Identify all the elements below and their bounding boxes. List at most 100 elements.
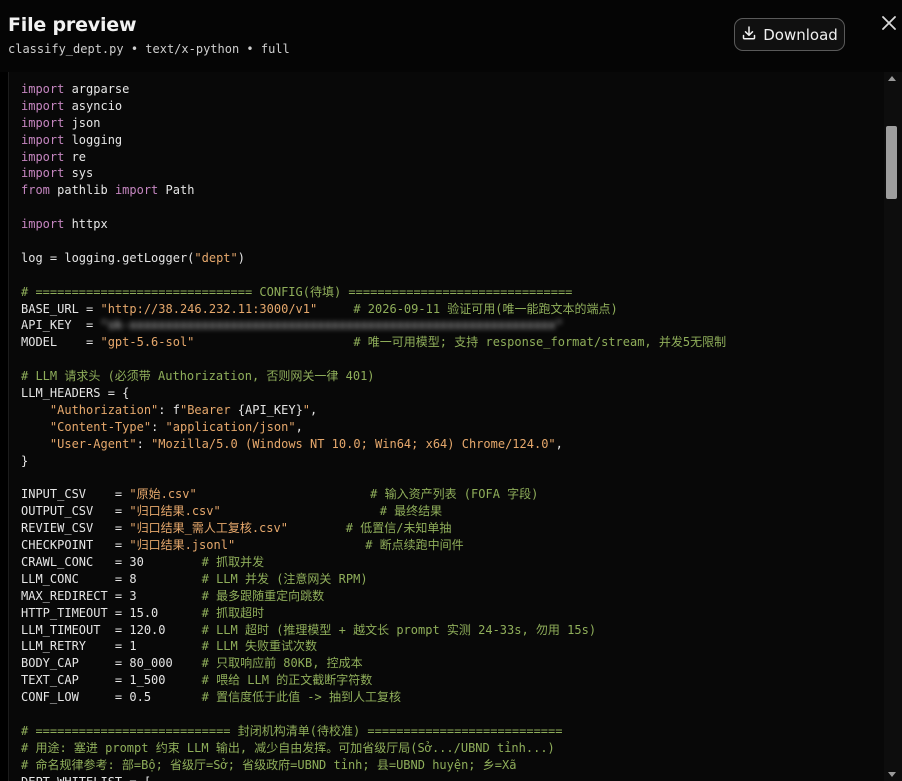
scrollbar[interactable] <box>884 72 902 781</box>
code-line: LLM_HEADERS = { <box>21 385 726 402</box>
code-token: : <box>136 436 152 451</box>
code-token: OUTPUT_CSV = <box>21 504 130 519</box>
scroll-down-arrow-icon[interactable] <box>888 772 896 777</box>
code-token: import <box>21 132 65 147</box>
code-line: HTTP_TIMEOUT = 15.0 # 抓取超时 <box>21 605 726 622</box>
code-token: LLM_CONC = 8 <box>21 571 202 586</box>
code-line: BODY_CAP = 80_000 # 只取响应前 80KB, 控成本 <box>21 655 726 672</box>
code-token: httpx <box>64 217 108 232</box>
code-token: DEPT_WHITELIST = [ <box>21 775 151 781</box>
code-token: , <box>295 419 303 434</box>
download-label: Download <box>763 25 838 44</box>
code-line: CRAWL_CONC = 30 # 抓取并发 <box>21 554 726 571</box>
code-token: MAX_REDIRECT = 3 <box>21 588 202 603</box>
code-line: # =========================== 封闭机构清单(待校准… <box>21 723 726 740</box>
code-token: log = logging.getLogger( <box>21 250 195 265</box>
code-token: "归口结果.csv" <box>129 504 221 519</box>
code-token: # 抓取并发 <box>201 554 265 569</box>
code-token: : <box>151 419 166 434</box>
code-token: # LLM 请求头 (必须带 Authorization, 否则网关一律 401… <box>21 369 375 384</box>
code-line: LLM_RETRY = 1 # LLM 失败重试次数 <box>21 638 726 655</box>
header: File preview classify_dept.py • text/x-p… <box>0 0 902 72</box>
code-token: LLM_HEADERS = { <box>21 386 130 401</box>
scroll-up-arrow-icon[interactable] <box>888 76 896 81</box>
code-token: "原始.csv" <box>129 487 197 502</box>
code-token: " <box>302 402 311 417</box>
code-line: TEXT_CAP = 1_500 # 喂给 LLM 的正文截断字符数 <box>21 672 726 689</box>
code-token: # 最多跟随重定向跳数 <box>201 588 325 603</box>
code-token: INPUT_CSV = <box>21 487 130 502</box>
code-line: import sys <box>21 165 726 182</box>
code-line: REVIEW_CSV = "归口结果_需人工复核.csv" # 低置信/未知单抽 <box>21 520 726 537</box>
code-line: import httpx <box>21 216 726 233</box>
code-viewer[interactable]: import argparse import asyncio import json… <box>8 72 884 781</box>
code-line: # LLM 请求头 (必须带 Authorization, 否则网关一律 401… <box>21 368 726 385</box>
code-token: # LLM 失败重试次数 <box>201 639 317 654</box>
code-token: # 命名规律参考: 部=Bộ; 省级厅=Sở; 省级政府=UBND tỉnh; … <box>21 757 517 772</box>
code-token: # 用途: 塞进 prompt 约束 LLM 输出, 减少自由发挥。可加省级厅局… <box>21 740 555 755</box>
download-button[interactable]: Download <box>734 18 845 51</box>
code-token: API_KEY = <box>21 318 101 333</box>
code-token: , <box>555 436 563 451</box>
code-line: import asyncio <box>21 98 726 115</box>
code-token: CONF_LOW = 0.5 <box>21 690 202 705</box>
code-token: asyncio <box>64 98 123 113</box>
code-token: "sk-xxxxxxxxxxxxxxxxxxxxxxxxxxxxxxxxxxxx… <box>100 318 563 333</box>
code-line: OUTPUT_CSV = "归口结果.csv" # 最终结果 <box>21 503 726 520</box>
code-line: DEPT_WHITELIST = [ <box>21 774 726 781</box>
download-icon <box>741 25 757 45</box>
code-line: MODEL = "gpt-5.6-sol" # 唯一可用模型; 支持 respo… <box>21 334 726 351</box>
code-line: LLM_CONC = 8 # LLM 并发 (注意网关 RPM) <box>21 571 726 588</box>
code-token: argparse <box>64 82 130 96</box>
code-token: LLM_TIMEOUT = 120.0 <box>21 622 202 637</box>
code-token: } <box>21 453 29 468</box>
code-line: CONF_LOW = 0.5 # 置信度低于此值 -> 抽到人工复核 <box>21 689 726 706</box>
code-line: } <box>21 453 726 470</box>
code-token: # 喂给 LLM 的正文截断字符数 <box>201 673 373 688</box>
code-line: BASE_URL = "http://38.246.232.11:3000/v1… <box>21 301 726 318</box>
code-token: # 只取响应前 80KB, 控成本 <box>201 656 363 671</box>
code-token: # =========================== 封闭机构清单(待校准… <box>21 723 563 738</box>
code-token: # 低置信/未知单抽 <box>345 521 452 536</box>
code-token: re <box>64 149 87 164</box>
code-token: "Bearer <box>179 402 238 417</box>
code-token: , <box>310 402 318 417</box>
close-button[interactable] <box>880 14 900 34</box>
code-token: "Content-Type" <box>49 419 152 434</box>
code-token: # ============================== CONFIG(… <box>21 284 573 299</box>
code-line: import re <box>21 149 726 166</box>
code-token: import <box>21 166 65 181</box>
code-line: import logging <box>21 132 726 149</box>
code-token: sys <box>64 166 94 181</box>
code-token: import <box>21 149 65 164</box>
code-token: # 唯一可用模型; 支持 response_format/stream, 并发5… <box>353 335 727 350</box>
code-token: # 2026-09-11 验证可用(唯一能跑文本的端点) <box>353 301 618 316</box>
code-token: import <box>114 183 159 198</box>
code-token: # 置信度低于此值 -> 抽到人工复核 <box>201 690 401 705</box>
code-line: # ============================== CONFIG(… <box>21 284 726 301</box>
code-token: {API_KEY} <box>237 402 303 417</box>
code-token: "gpt-5.6-sol" <box>100 335 195 350</box>
code-token: ) <box>237 250 245 265</box>
code-token: json <box>64 115 101 130</box>
code-token: MODEL = <box>21 335 101 350</box>
code-token: HTTP_TIMEOUT = 15.0 <box>21 605 202 620</box>
code-token: "User-Agent" <box>49 436 137 451</box>
code-line: CHECKPOINT = "归口结果.jsonl" # 断点续跑中间件 <box>21 537 726 554</box>
code-token: "归口结果_需人工复核.csv" <box>129 521 288 536</box>
code-token: LLM_RETRY = 1 <box>21 639 202 654</box>
code-line: import json <box>21 115 726 132</box>
code-token: from <box>21 183 50 198</box>
code-token: : f <box>158 402 180 417</box>
code-line: from pathlib import Path <box>21 182 726 199</box>
scroll-thumb[interactable] <box>886 126 897 199</box>
